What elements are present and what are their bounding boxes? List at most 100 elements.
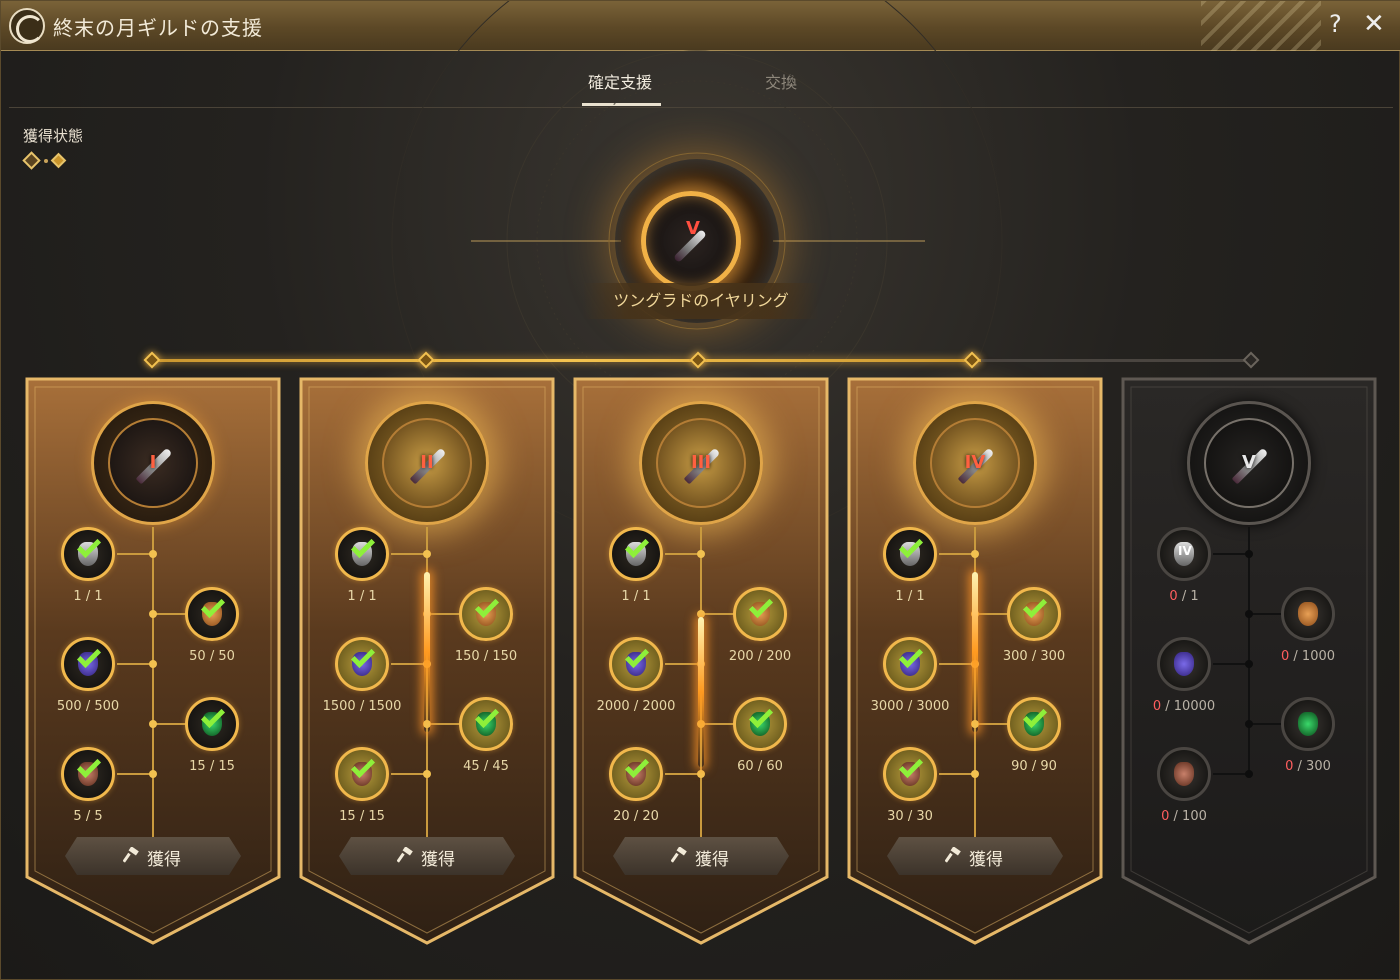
material-have: 0: [1169, 589, 1178, 604]
tree-branch: [975, 613, 1011, 615]
tree-joint: [697, 770, 705, 778]
material-count: 300 / 300: [984, 649, 1084, 664]
material-slot-pouch[interactable]: [459, 587, 513, 641]
tree-joint: [1245, 660, 1253, 668]
material-slot-earring[interactable]: [61, 527, 115, 581]
material-need: 1000: [1301, 649, 1336, 664]
tree-joint: [149, 770, 157, 778]
tier-emblem-inner: I: [108, 418, 198, 508]
tier-numeral: V: [1242, 452, 1256, 473]
material-need: 1: [642, 589, 651, 604]
claimed-diamond-icon: [22, 151, 41, 170]
tier-emblem[interactable]: III: [639, 401, 763, 525]
material-slot-earring[interactable]: IV: [1157, 527, 1211, 581]
material-slot-pouch[interactable]: [1281, 587, 1335, 641]
material-count: 5 / 5: [38, 809, 138, 824]
material-need: 15: [218, 759, 235, 774]
claim-button-label: 獲得: [969, 850, 1003, 870]
material-count: 3000 / 3000: [860, 699, 960, 714]
material-slot-pouch[interactable]: [1007, 587, 1061, 641]
close-button[interactable]: ✕: [1363, 9, 1385, 39]
material-slot-herb[interactable]: [1281, 697, 1335, 751]
material-need: 500: [94, 699, 120, 714]
material-have: 1: [621, 589, 630, 604]
hammer-icon: [671, 847, 687, 863]
claim-button[interactable]: 獲得: [613, 837, 789, 875]
claim-button[interactable]: 獲得: [887, 837, 1063, 875]
material-slot-earring[interactable]: [609, 527, 663, 581]
material-slot-ore[interactable]: [335, 747, 389, 801]
material-have: 1: [347, 589, 356, 604]
material-slot-pouch[interactable]: [185, 587, 239, 641]
material-slot-herb[interactable]: [459, 697, 513, 751]
tree-branch: [665, 773, 701, 775]
tab-exchange[interactable]: 交換: [765, 69, 797, 93]
material-slot-herb[interactable]: [733, 697, 787, 751]
tree-joint: [1245, 550, 1253, 558]
final-reward-icon[interactable]: V: [641, 191, 741, 291]
material-have: 15: [339, 809, 356, 824]
tab-bar: 確定支援 交換: [1, 61, 1400, 107]
tier-emblem[interactable]: IV: [913, 401, 1037, 525]
material-slot-ore[interactable]: [61, 747, 115, 801]
material-need: 30: [916, 809, 933, 824]
material-slot-earring[interactable]: [883, 527, 937, 581]
count-separator: /: [1297, 759, 1307, 774]
material-slot-crystal[interactable]: [335, 637, 389, 691]
material-slot-ore[interactable]: [1157, 747, 1211, 801]
tree-joint: [971, 770, 979, 778]
tier-emblem-inner: III: [656, 418, 746, 508]
material-slot-crystal[interactable]: [61, 637, 115, 691]
material-need: 300: [1040, 649, 1066, 664]
tree-joint: [149, 720, 157, 728]
material-slot-crystal[interactable]: [883, 637, 937, 691]
progress-track-filled: [151, 359, 981, 362]
material-have: 60: [737, 759, 754, 774]
final-reward-name: ツングラドのイヤリング: [583, 283, 819, 319]
tier-emblem-inner: IV: [930, 418, 1020, 508]
help-button[interactable]: ?: [1329, 10, 1342, 38]
material-have: 15: [189, 759, 206, 774]
material-have: 2000: [596, 699, 630, 714]
material-have: 0: [1285, 759, 1294, 774]
progress-node-4: [963, 351, 981, 369]
material-slot-pouch[interactable]: [733, 587, 787, 641]
material-need: 200: [766, 649, 792, 664]
pouch-icon: [1298, 602, 1318, 626]
tier-emblem[interactable]: V: [1187, 401, 1311, 525]
tab-confirmed-support[interactable]: 確定支援: [588, 69, 652, 93]
claim-button[interactable]: 獲得: [65, 837, 241, 875]
material-count: 1 / 1: [586, 589, 686, 604]
acquisition-status-icons: [22, 151, 67, 170]
material-need: 3000: [916, 699, 950, 714]
material-count: 200 / 200: [710, 649, 810, 664]
material-have: 0: [1161, 809, 1170, 824]
material-slot-crystal[interactable]: [609, 637, 663, 691]
material-count: 20 / 20: [586, 809, 686, 824]
tree-joint: [423, 770, 431, 778]
tier-numeral: I: [149, 452, 157, 473]
tree-branch: [665, 553, 701, 555]
claim-button[interactable]: 獲得: [339, 837, 515, 875]
material-need: 45: [492, 759, 509, 774]
tree-branch: [391, 663, 427, 665]
hammer-icon: [123, 847, 139, 863]
window-title: 終末の月ギルドの支援: [53, 16, 263, 40]
active-tab-underline: [582, 103, 661, 106]
material-slot-herb[interactable]: [1007, 697, 1061, 751]
material-slot-herb[interactable]: [185, 697, 239, 751]
header-divider: [9, 107, 1393, 108]
tier-emblem[interactable]: II: [365, 401, 489, 525]
material-need: 1500: [368, 699, 402, 714]
material-slot-earring[interactable]: [335, 527, 389, 581]
material-count: 0 / 1: [1134, 589, 1234, 604]
material-slot-ore[interactable]: [609, 747, 663, 801]
tree-branch: [1249, 613, 1285, 615]
material-count: 1500 / 1500: [312, 699, 412, 714]
tier-emblem[interactable]: I: [91, 401, 215, 525]
material-slot-crystal[interactable]: [1157, 637, 1211, 691]
material-count: 30 / 30: [860, 809, 960, 824]
material-count: 2000 / 2000: [586, 699, 686, 714]
count-separator: /: [1293, 649, 1302, 664]
material-slot-ore[interactable]: [883, 747, 937, 801]
